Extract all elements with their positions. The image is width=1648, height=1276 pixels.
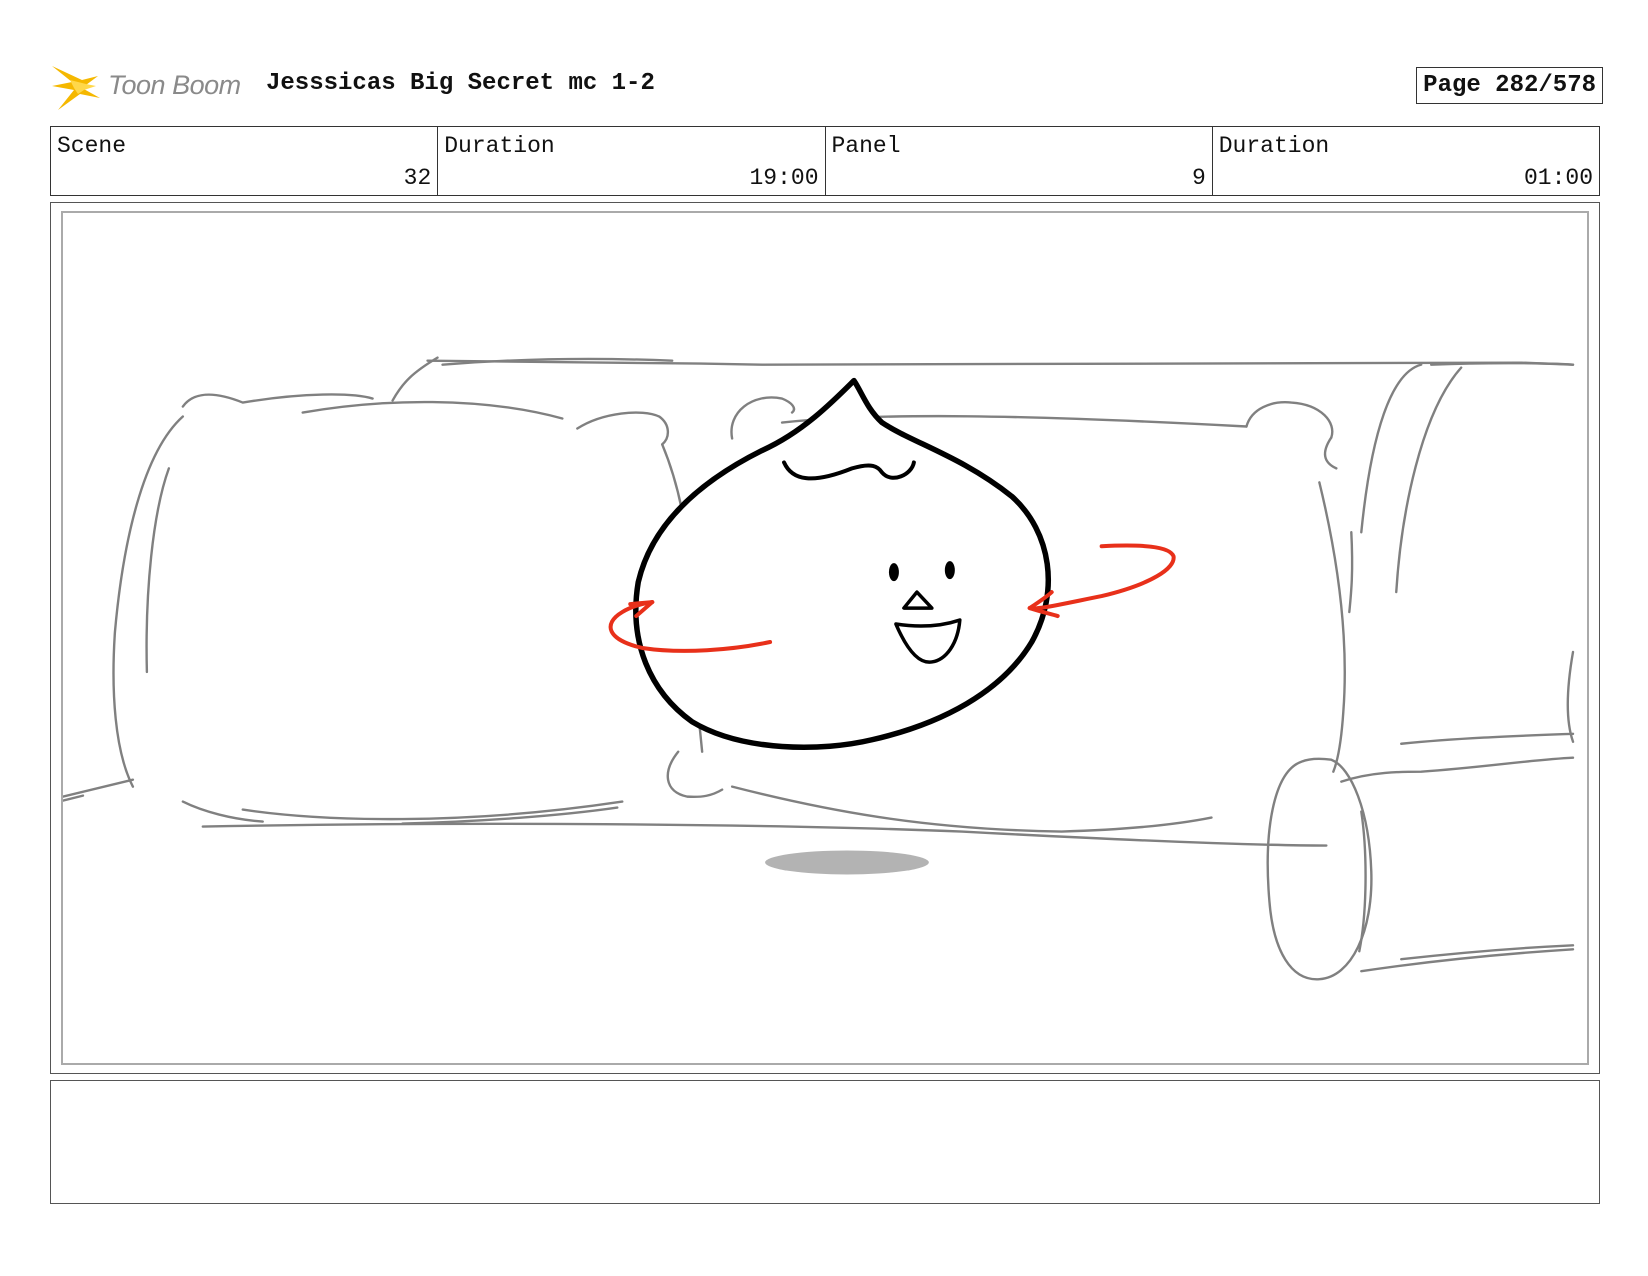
panel-notes-box	[50, 1080, 1600, 1204]
scene-cell: Scene 32	[51, 127, 439, 195]
panel-value: 9	[1191, 165, 1206, 191]
panel-duration-value: 01:00	[1523, 165, 1593, 191]
panel-duration-cell: Duration 01:00	[1213, 127, 1599, 195]
panel-cell: Panel 9	[826, 127, 1213, 195]
floor-shadow	[765, 850, 929, 875]
panel-sketch	[63, 356, 1575, 981]
panel-duration-label: Duration	[1218, 133, 1330, 159]
scene-duration-cell: Duration 19:00	[438, 127, 826, 195]
scene-duration-label: Duration	[444, 133, 555, 159]
storyboard-panel-frame	[50, 202, 1600, 1074]
scene-value: 32	[403, 165, 432, 191]
document-title: Jesssicas Big Secret mc 1-2	[266, 70, 655, 97]
scene-duration-value: 19:00	[749, 165, 819, 191]
starburst-logo-icon	[52, 66, 100, 110]
panel-label: Panel	[831, 133, 901, 159]
scene-info-table: Scene 32 Duration 19:00 Panel 9 Duration…	[50, 126, 1600, 196]
page-indicator: Page 282/578	[1416, 67, 1603, 104]
character-dumpling	[633, 377, 1051, 750]
logo-text: Toon Boom	[108, 70, 241, 100]
storyboard-panel-image	[61, 211, 1589, 1065]
toon-boom-logo: Toon Boom	[52, 58, 252, 114]
scene-label: Scene	[57, 133, 127, 159]
